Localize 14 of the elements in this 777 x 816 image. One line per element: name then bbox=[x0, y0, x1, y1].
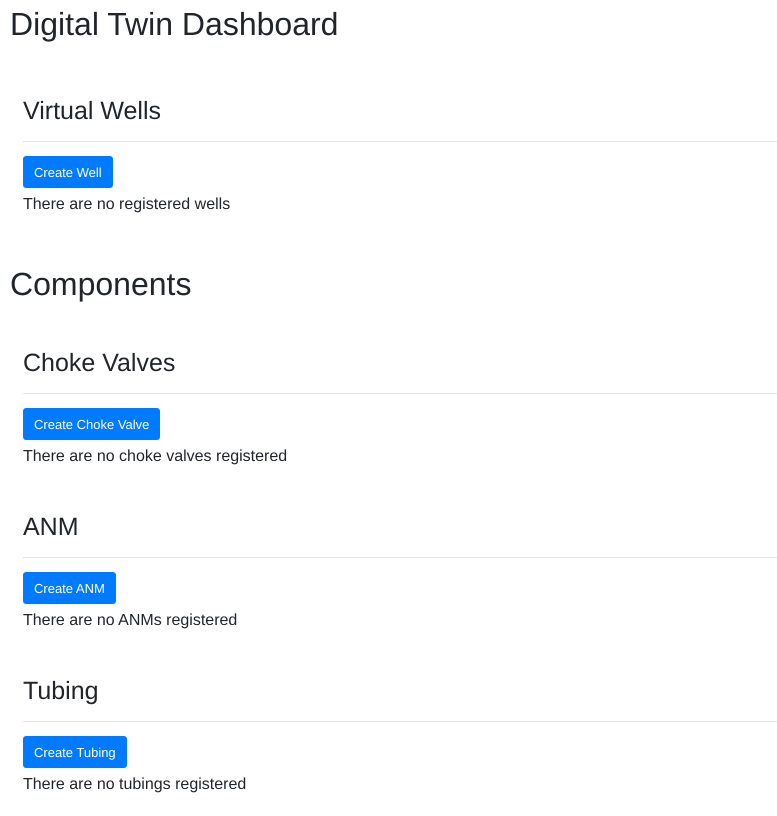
components-heading: Components bbox=[10, 265, 192, 304]
create-button[interactable]: Create Choke Valve bbox=[23, 408, 160, 440]
section-heading: ANM bbox=[23, 512, 79, 543]
section-heading: Tubing bbox=[23, 676, 99, 707]
section-heading: Choke Valves bbox=[23, 348, 176, 379]
section-heading: Virtual Wells bbox=[23, 96, 162, 127]
create-button[interactable]: Create ANM bbox=[23, 572, 116, 604]
empty-message: There are no ANMs registered bbox=[23, 611, 238, 631]
create-button[interactable]: Create Tubing bbox=[23, 736, 127, 768]
empty-message: There are no registered wells bbox=[23, 195, 230, 215]
empty-message: There are no choke valves registered bbox=[23, 447, 288, 467]
page-title: Digital Twin Dashboard bbox=[10, 5, 338, 44]
create-button[interactable]: Create Well bbox=[23, 156, 113, 188]
empty-message: There are no tubings registered bbox=[23, 775, 246, 795]
